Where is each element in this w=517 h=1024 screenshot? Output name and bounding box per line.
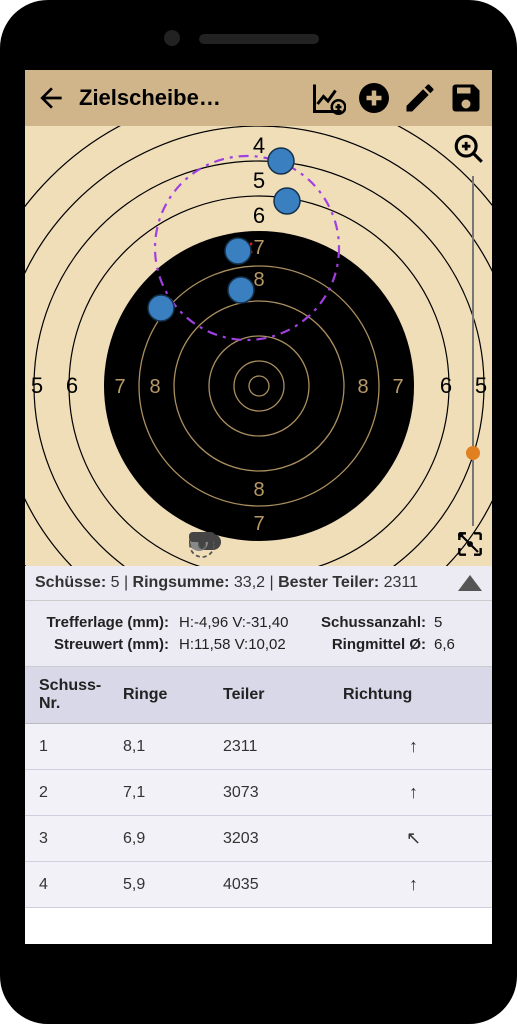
chart-add-button[interactable] xyxy=(310,80,346,116)
zoom-icon[interactable] xyxy=(452,132,486,166)
shots-table: Schuss-Nr. Ringe Teiler Richtung 1 8,1 2… xyxy=(25,667,492,908)
ringmittel-value: 6,6 xyxy=(434,636,455,653)
svg-text:6: 6 xyxy=(66,373,78,398)
schussanzahl-value: 5 xyxy=(434,614,442,631)
svg-text:5: 5 xyxy=(253,168,265,193)
svg-text:7: 7 xyxy=(114,376,125,398)
svg-text:5: 5 xyxy=(31,373,43,398)
target-canvas[interactable]: 4 5 6 7 8 8 7 5 6 7 8 8 7 6 5 xyxy=(25,126,492,566)
svg-text:8: 8 xyxy=(253,479,264,501)
table-header-row: Schuss-Nr. Ringe Teiler Richtung xyxy=(25,667,492,724)
toolbar: Zielscheibe… xyxy=(25,70,492,126)
svg-text:4: 4 xyxy=(253,133,265,158)
details-panel: Trefferlage (mm): H:-4,96 V:-31,40 Schus… xyxy=(25,601,492,667)
page-title: Zielscheibe… xyxy=(79,85,300,111)
svg-text:7: 7 xyxy=(392,376,403,398)
streuwert-value: H:11,58 V:10,02 xyxy=(179,636,319,653)
crosshair-icon[interactable] xyxy=(454,528,486,560)
svg-text:8: 8 xyxy=(357,376,368,398)
summary-text: Schüsse: 5 | Ringsumme: 33,2 | Bester Te… xyxy=(35,574,418,592)
back-button[interactable] xyxy=(33,80,69,116)
table-row[interactable]: 2 7,1 3073 ↑ xyxy=(25,770,492,816)
trefferlage-label: Trefferlage (mm): xyxy=(39,614,179,631)
schussanzahl-label: Schussanzahl: xyxy=(319,614,434,631)
table-row[interactable]: 1 8,1 2311 ↑ xyxy=(25,724,492,770)
collapse-toggle-icon[interactable] xyxy=(458,575,482,591)
svg-text:5: 5 xyxy=(475,373,487,398)
svg-text:8: 8 xyxy=(253,269,264,291)
table-row[interactable]: 4 5,9 4035 ↑ xyxy=(25,862,492,908)
th-schuss-nr: Schuss-Nr. xyxy=(25,667,115,724)
filter-icon[interactable] xyxy=(295,530,331,558)
streuwert-label: Streuwert (mm): xyxy=(39,636,179,653)
trefferlage-value: H:-4,96 V:-31,40 xyxy=(179,614,319,631)
svg-text:8: 8 xyxy=(149,376,160,398)
zoom-slider-knob[interactable] xyxy=(466,446,480,460)
th-richtung: Richtung xyxy=(335,667,492,724)
edit-button[interactable] xyxy=(402,80,438,116)
svg-text:7: 7 xyxy=(253,237,264,259)
target-bottom-controls xyxy=(187,530,331,558)
shot-marker-icon[interactable] xyxy=(241,530,277,558)
table-row[interactable]: 3 6,9 3203 ↖ xyxy=(25,816,492,862)
th-teiler: Teiler xyxy=(215,667,335,724)
svg-text:6: 6 xyxy=(440,373,452,398)
ringmittel-label: Ringmittel Ø: xyxy=(319,636,434,653)
add-button[interactable] xyxy=(356,80,392,116)
zoom-slider-track[interactable] xyxy=(472,176,474,526)
svg-text:6: 6 xyxy=(253,203,265,228)
save-button[interactable] xyxy=(448,80,484,116)
summary-bar: Schüsse: 5 | Ringsumme: 33,2 | Bester Te… xyxy=(25,566,492,601)
th-ringe: Ringe xyxy=(115,667,215,724)
